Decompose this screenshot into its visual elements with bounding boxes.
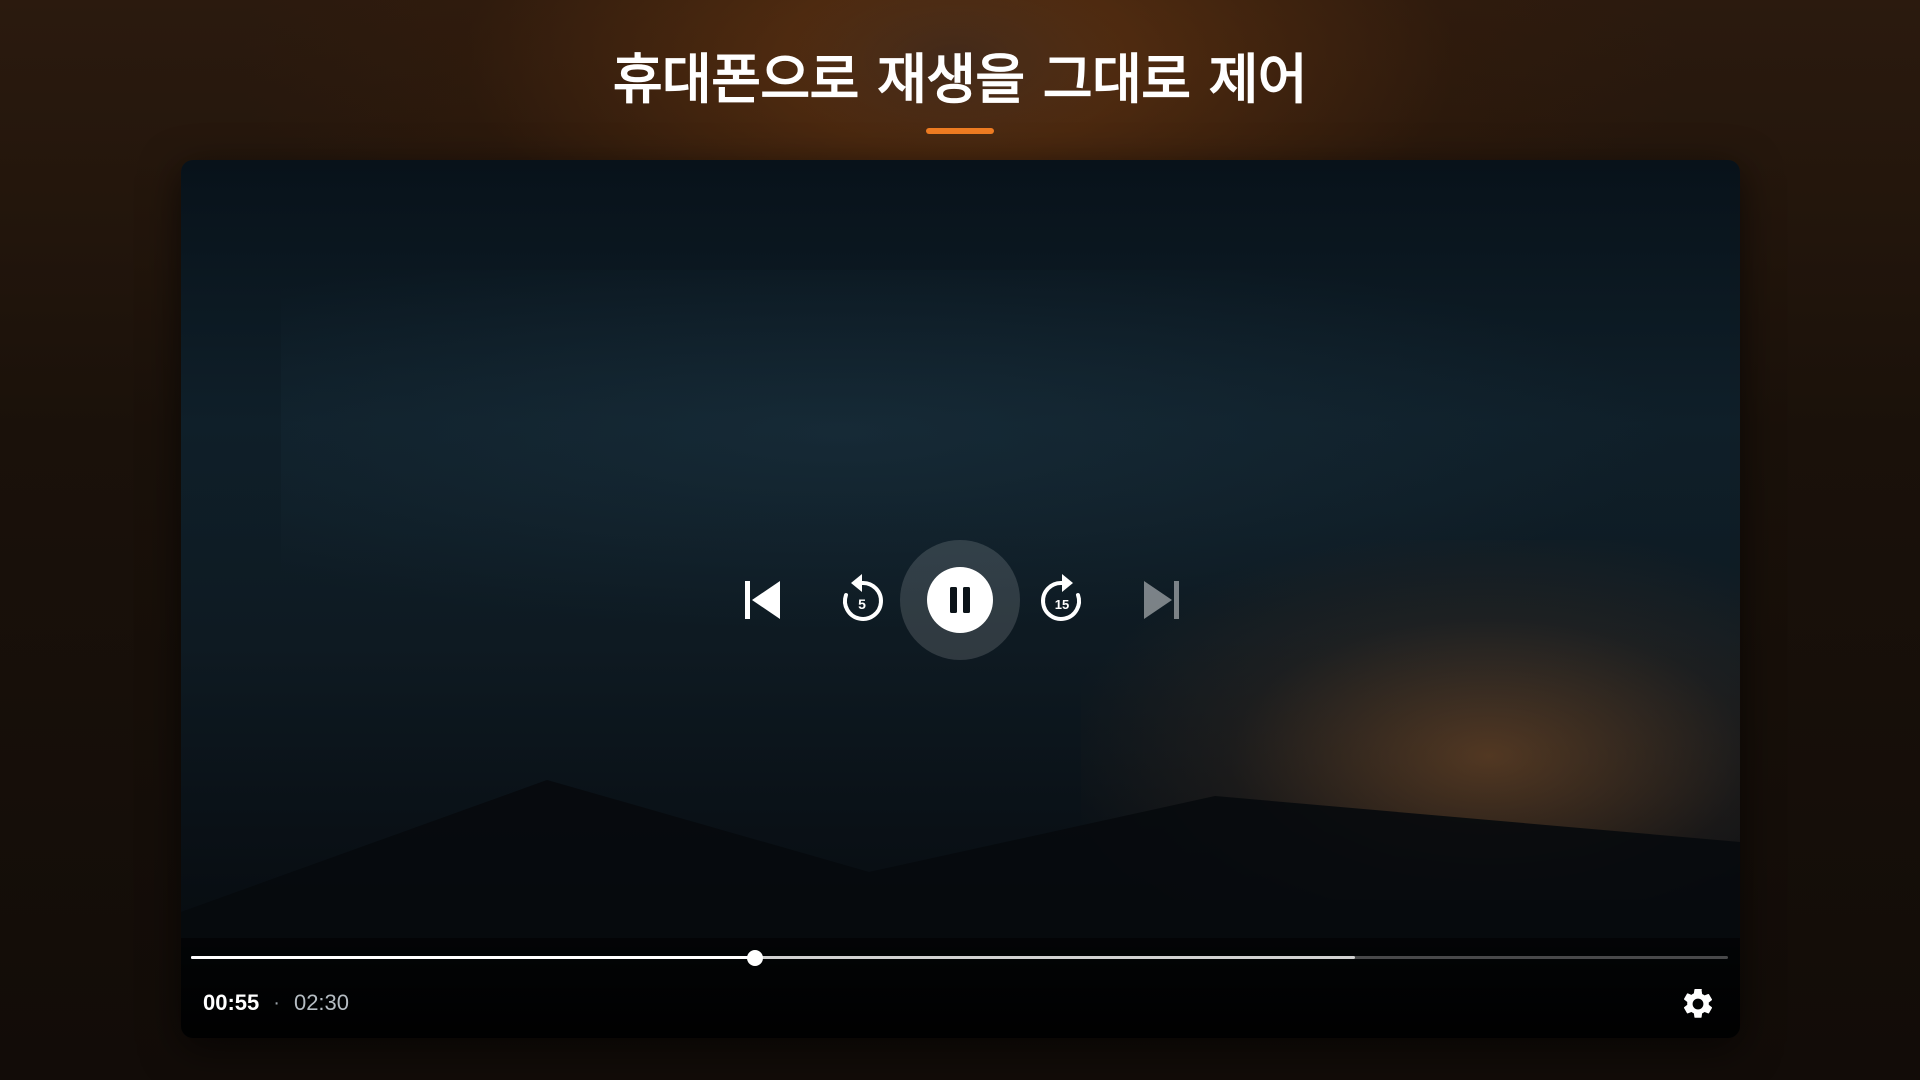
time-display: 00:55 · 02:30	[203, 988, 349, 1018]
progress-bar[interactable]	[191, 948, 1728, 968]
play-pause-ring[interactable]	[900, 540, 1020, 660]
replay-5-icon: 5	[843, 574, 883, 621]
settings-button[interactable]	[1678, 984, 1718, 1024]
bottom-bar: 00:55 · 02:30	[181, 938, 1740, 1038]
title-underline	[926, 128, 994, 134]
progress-played	[191, 956, 755, 959]
total-time: 02:30	[293, 990, 350, 1015]
next-button[interactable]	[1132, 570, 1192, 630]
forward-15-icon: 15	[1041, 574, 1081, 621]
rewind-label: 5	[858, 596, 866, 612]
page-title: 휴대폰으로 재생을 그대로 제어	[612, 48, 1308, 111]
video-player[interactable]: 5 15 00:55 · 02:30	[181, 160, 1740, 1038]
rewind-5-button[interactable]: 5	[832, 570, 892, 630]
forward-15-button[interactable]: 15	[1032, 570, 1092, 630]
skip-next-icon	[1144, 581, 1179, 619]
page: 휴대폰으로 재생을 그대로 제어 5 15 00:55 · 02:30	[0, 0, 1920, 1080]
pause-button[interactable]	[927, 567, 993, 633]
gear-icon	[1683, 988, 1713, 1018]
time-separator: ·	[273, 991, 280, 1014]
playback-controls: 5 15	[181, 540, 1740, 660]
header: 휴대폰으로 재생을 그대로 제어	[0, 44, 1920, 134]
skip-previous-icon	[745, 581, 780, 619]
pause-icon	[950, 587, 970, 613]
progress-thumb[interactable]	[746, 950, 763, 966]
previous-button[interactable]	[732, 570, 792, 630]
current-time: 00:55	[203, 990, 260, 1015]
forward-label: 15	[1055, 597, 1069, 612]
